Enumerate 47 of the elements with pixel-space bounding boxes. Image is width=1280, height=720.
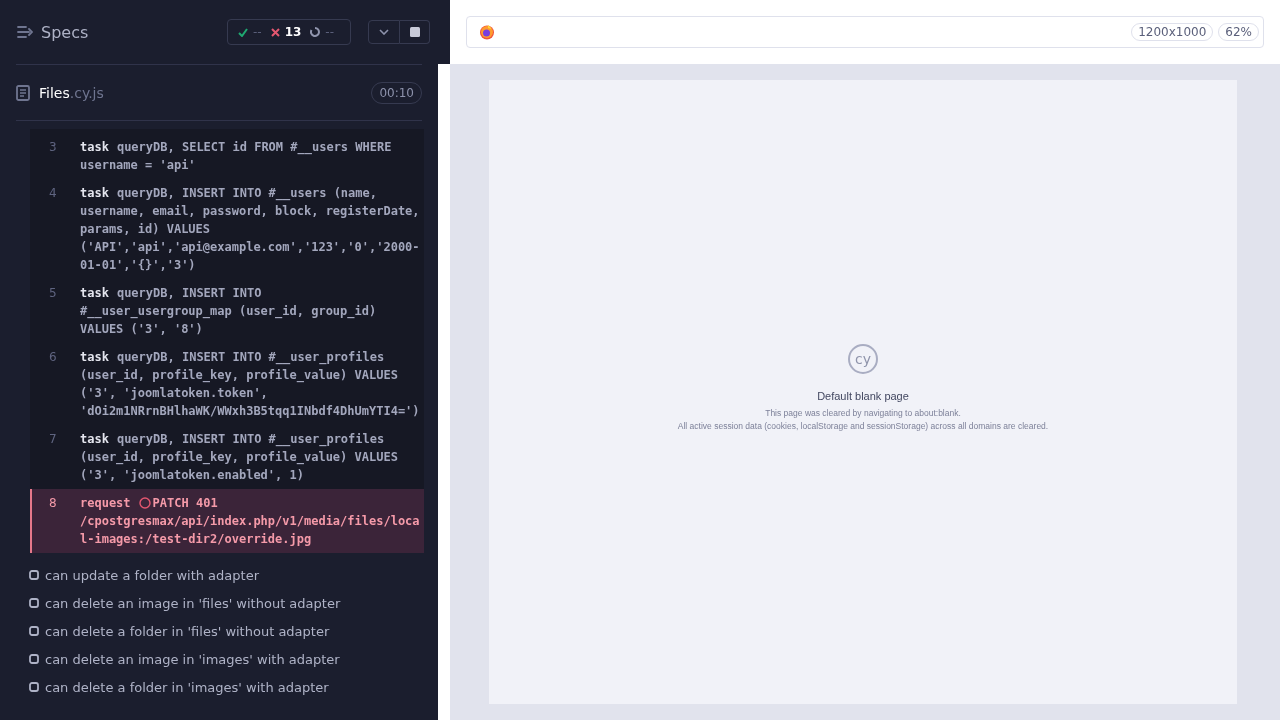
spec-file-name: Files.cy.js xyxy=(39,84,105,101)
line-number: 7 xyxy=(49,431,58,448)
specs-title: Specs xyxy=(41,22,90,42)
chevron-down-icon xyxy=(379,29,389,35)
failed-command-row[interactable]: 8 request PATCH 401 /cpostgresmax/api/index.php/v1/media/files/local-images:/test-dir2/override.jpg xyxy=(30,489,424,553)
square-icon xyxy=(29,654,39,664)
document-icon xyxy=(16,84,30,101)
line-number: 5 xyxy=(49,285,58,302)
command-text: task queryDB, SELECT id FROM #__users WHERE username = 'api' xyxy=(80,139,393,174)
command-text: task queryDB, INSERT INTO #__user_profiles (user_id, profile_key, profile_value) VALUES ('3', 'joomlatoken.token', 'dOi2m1NRrnBHlhaWK/WWxh3B5tqq1INbdf4DhUmYTI4=') xyxy=(80,349,420,420)
failed-count: 13 xyxy=(284,25,302,39)
info-text: This page was cleared by navigating to about:blank. xyxy=(765,406,961,420)
test-title[interactable]: can delete an image in 'files' without adapter xyxy=(45,595,341,611)
test-title[interactable]: can delete a folder in 'images' with adapter xyxy=(45,679,329,695)
square-icon xyxy=(29,626,39,636)
browser-icon xyxy=(479,24,495,40)
command-row[interactable]: 3 task queryDB, SELECT id FROM #__users WHERE username = 'api' xyxy=(30,133,424,179)
stop-button[interactable] xyxy=(400,20,430,44)
cross-icon xyxy=(270,27,280,37)
command-text: task queryDB, INSERT INTO #__user_profiles (user_id, profile_key, profile_value) VALUES ('3', 'joomlatoken.enabled', 1) xyxy=(80,431,399,484)
square-icon xyxy=(29,570,39,580)
line-number: 3 xyxy=(49,139,58,156)
command-text: task queryDB, INSERT INTO #__users (name, username, email, password, block, registerDate, params, id) VALUES ('API','api','api@example.com','123','0','2000-01-01','{}','3') xyxy=(80,185,420,274)
spinner-icon xyxy=(310,27,321,37)
command-row[interactable]: 5 task queryDB, INSERT INTO #__user_usergroup_map (user_id, group_id) VALUES ('3', '8') xyxy=(30,279,424,343)
command-row[interactable]: 4 task queryDB, INSERT INTO #__users (name, username, email, password, block, registerDate, params, id) VALUES ('API','api','api@example.com','123','0','2000-01-01','{}','3') xyxy=(30,179,424,279)
check-icon xyxy=(237,27,248,37)
square-icon xyxy=(29,682,39,692)
stop-icon xyxy=(409,27,420,37)
pending-count: -- xyxy=(325,25,334,39)
line-number: 8 xyxy=(49,495,58,512)
line-number: 6 xyxy=(49,349,58,366)
command-row[interactable]: 7 task queryDB, INSERT INTO #__user_profiles (user_id, profile_key, profile_value) VALUES ('3', 'joomlatoken.enabled', 1) xyxy=(30,425,424,489)
test-title[interactable]: can delete an image in 'images' with adapter xyxy=(45,651,340,667)
command-row[interactable]: 6 task queryDB, INSERT INTO #__user_profiles (user_id, profile_key, profile_value) VALUES ('3', 'joomlatoken.token', 'dOi2m1NRrnBHlhaWK/WWxh3B5tqq1INbdf4DhUmYTI4=') xyxy=(30,343,424,425)
logo: cy xyxy=(848,343,878,374)
passed-count: -- xyxy=(252,25,262,39)
line-number: 4 xyxy=(49,185,58,202)
circle-icon xyxy=(138,497,151,509)
square-icon xyxy=(29,598,39,608)
specs-menu-icon[interactable] xyxy=(17,25,33,39)
command-text: request PATCH 401 /cpostgresmax/api/index.php/v1/media/files/local-images:/test-dir2/override.jpg xyxy=(80,495,420,548)
command-text: task queryDB, INSERT INTO #__user_usergroup_map (user_id, group_id) VALUES ('3', '8') xyxy=(80,285,378,338)
test-title[interactable]: can update a folder with adapter xyxy=(45,567,259,583)
info-text: All active session data (cookies, localStorage and sessionStorage) across all domains are cleared. xyxy=(677,419,1049,433)
test-title[interactable]: can delete a folder in 'files' without adapter xyxy=(45,623,330,639)
blank-page-title: Default blank page xyxy=(817,389,909,402)
